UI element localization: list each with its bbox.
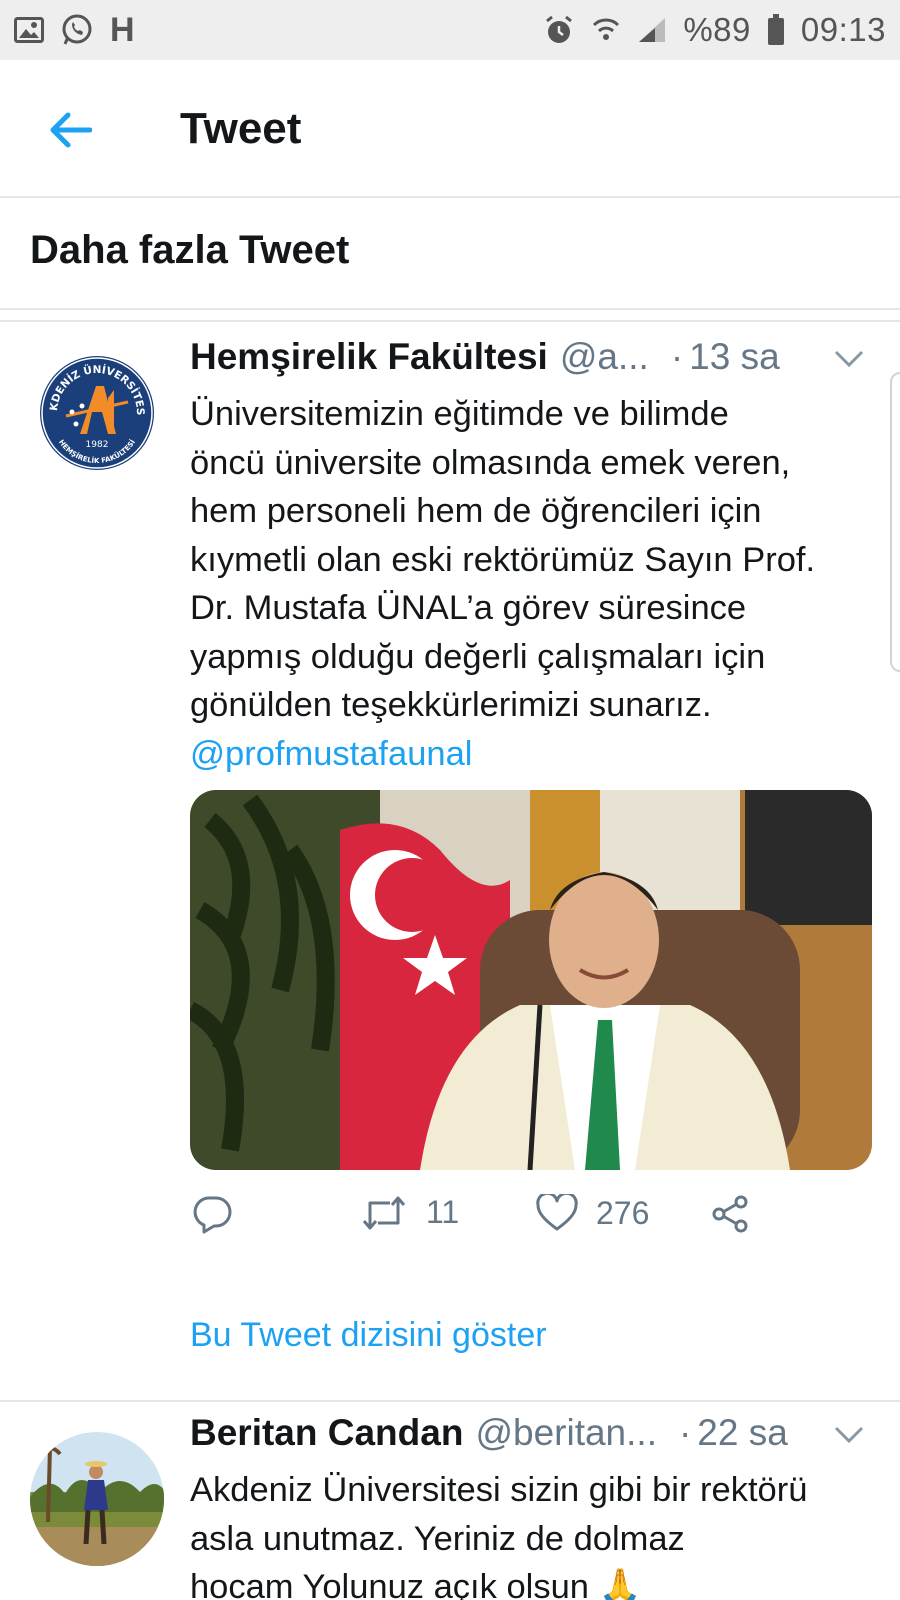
whatsapp-icon	[60, 13, 94, 47]
signal-icon	[637, 16, 667, 44]
tweet-text: Üniversitemizin eğitimde ve bilimde öncü…	[190, 395, 816, 724]
section-header: Daha fazla Tweet	[0, 198, 900, 310]
display-name[interactable]: Beritan Candan	[190, 1412, 463, 1454]
tweet-photo[interactable]	[190, 790, 872, 1170]
share-button[interactable]	[710, 1194, 750, 1234]
reply-icon	[193, 1196, 232, 1234]
page-title: Tweet	[180, 104, 302, 153]
tweet-content: Beritan Candan @beritan... · 22 sa Akden…	[190, 1412, 870, 1600]
user-photo-image	[30, 1432, 164, 1566]
notification-icons: H	[14, 11, 135, 50]
user-handle[interactable]: @beritan...	[475, 1412, 657, 1454]
chevron-down-icon[interactable]	[834, 350, 864, 373]
share-icon	[712, 1195, 748, 1233]
reply-button[interactable]	[192, 1194, 232, 1234]
like-count: 276	[596, 1194, 650, 1231]
tweet-content: Hemşirelik Fakültesi @a... · 13 sa Ünive…	[190, 336, 870, 778]
user-handle[interactable]: @a...	[560, 336, 649, 378]
tweet-time[interactable]: 22 sa	[697, 1412, 788, 1454]
system-icons: %89 09:13	[543, 11, 886, 49]
avatar[interactable]: AKDENİZ ÜNİVERSİTESİ HEMŞİRELİK FAKÜLTES…	[30, 346, 164, 480]
mention-link[interactable]: @profmustafaunal	[190, 730, 870, 779]
battery-percent: %89	[683, 11, 751, 48]
tweet-header: Beritan Candan @beritan... · 22 sa	[190, 1412, 870, 1464]
wifi-icon	[591, 15, 621, 45]
h-notification-icon: H	[110, 10, 136, 49]
app-bar: Tweet	[0, 60, 900, 198]
tweet[interactable]: AKDENİZ ÜNİVERSİTESİ HEMŞİRELİK FAKÜLTES…	[0, 322, 900, 1402]
status-bar: H %89 09:13	[0, 0, 900, 60]
tweet-actions: 11 276	[190, 1194, 790, 1250]
university-logo-icon: AKDENİZ ÜNİVERSİTESİ HEMŞİRELİK FAKÜLTES…	[30, 346, 164, 480]
photo-image	[190, 790, 872, 1170]
like-button[interactable]: 276	[536, 1194, 649, 1232]
separator-dot: ·	[670, 336, 684, 377]
heart-icon	[536, 1194, 578, 1231]
tweet-header: Hemşirelik Fakültesi @a... · 13 sa	[190, 336, 870, 388]
tweet[interactable]: Beritan Candan @beritan... · 22 sa Akden…	[0, 1404, 900, 1600]
section-divider	[0, 310, 900, 322]
separator-dot: ·	[678, 1412, 692, 1453]
back-button[interactable]	[44, 104, 96, 156]
section-title: Daha fazla Tweet	[30, 228, 350, 272]
display-name[interactable]: Hemşirelik Fakültesi	[190, 336, 548, 378]
tweet-text: Akdeniz Üniversitesi sizin gibi bir rekt…	[190, 1471, 808, 1600]
tweet-time[interactable]: 13 sa	[689, 336, 780, 378]
svg-text:1982: 1982	[86, 440, 109, 450]
retweet-button[interactable]: 11	[360, 1194, 459, 1231]
battery-icon	[767, 14, 785, 46]
retweet-count: 11	[426, 1194, 460, 1230]
back-arrow-icon	[50, 112, 92, 148]
gallery-icon	[14, 17, 44, 43]
retweet-icon	[362, 1196, 406, 1229]
clock: 09:13	[800, 11, 886, 48]
scrollbar-handle[interactable]	[890, 372, 900, 672]
show-thread-link[interactable]: Bu Tweet dizisini göster	[190, 1316, 547, 1355]
avatar[interactable]	[30, 1432, 164, 1566]
alarm-icon	[543, 14, 575, 46]
chevron-down-icon[interactable]	[834, 1426, 864, 1449]
